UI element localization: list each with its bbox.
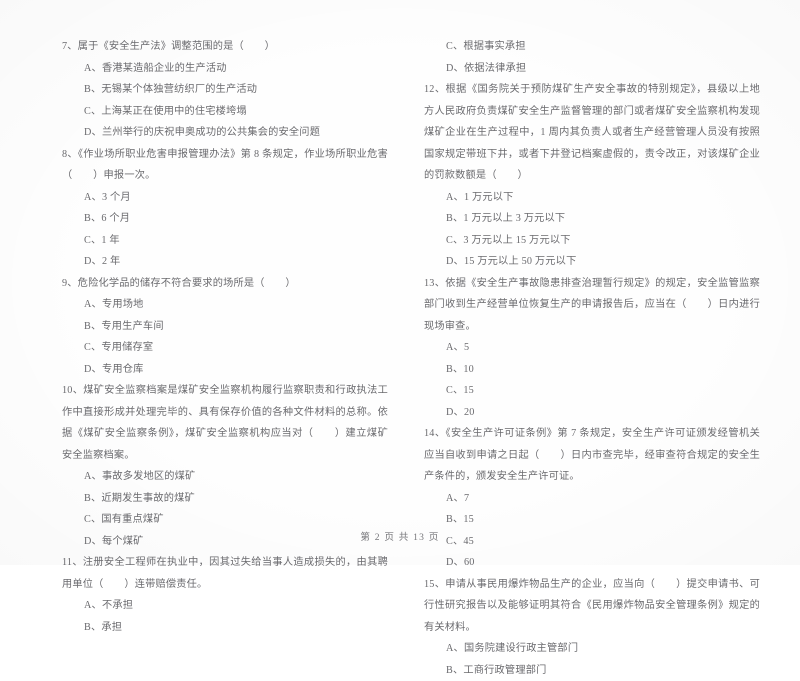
question-10: 10、煤矿安全监察档案是煤矿安全监察机构履行监察职责和行政执法工作中直接形成并处…: [62, 380, 388, 552]
option-d[interactable]: D、2 年: [62, 251, 388, 273]
right-column: C、根据事实承担 D、依据法律承担 12、根据《国务院关于预防煤矿生产安全事故的…: [400, 36, 800, 681]
question-8: 8、《作业场所职业危害申报管理办法》第 8 条规定，作业场所职业危害（ ）申报一…: [62, 144, 388, 273]
option-d[interactable]: D、60: [424, 552, 760, 574]
option-a[interactable]: A、事故多发地区的煤矿: [62, 466, 388, 488]
option-b[interactable]: B、无锡某个体独营纺织厂的生产活动: [62, 79, 388, 101]
option-d[interactable]: D、20: [424, 402, 760, 424]
option-a[interactable]: A、专用场地: [62, 294, 388, 316]
question-stem: 15、申请从事民用爆炸物品生产的企业，应当向（ ）提交申请书、可行性研究报告以及…: [424, 574, 760, 639]
option-d[interactable]: D、专用仓库: [62, 359, 388, 381]
option-a[interactable]: A、香港某造船企业的生产活动: [62, 58, 388, 80]
option-b[interactable]: B、专用生产车间: [62, 316, 388, 338]
question-stem: 11、注册安全工程师在执业中，因其过失给当事人造成损失的，由其聘用单位（ ）连带…: [62, 552, 388, 595]
option-a[interactable]: A、不承担: [62, 595, 388, 617]
question-stem: 7、属于《安全生产法》调整范围的是（ ）: [62, 36, 388, 58]
option-c[interactable]: C、上海某正在使用中的住宅楼垮塌: [62, 101, 388, 123]
question-stem: 8、《作业场所职业危害申报管理办法》第 8 条规定，作业场所职业危害（ ）申报一…: [62, 144, 388, 187]
exam-page: 7、属于《安全生产法》调整范围的是（ ） A、香港某造船企业的生产活动 B、无锡…: [0, 0, 800, 565]
question-12: 12、根据《国务院关于预防煤矿生产安全事故的特别规定》，县级以上地方人民政府负责…: [424, 79, 760, 273]
question-stem: 12、根据《国务院关于预防煤矿生产安全事故的特别规定》，县级以上地方人民政府负责…: [424, 79, 760, 187]
question-stem: 14、《安全生产许可证条例》第 7 条规定，安全生产许可证颁发经管机关应当自收到…: [424, 423, 760, 488]
option-d[interactable]: D、兰州举行的庆祝申奥成功的公共集会的安全问题: [62, 122, 388, 144]
option-d[interactable]: D、依据法律承担: [424, 58, 760, 80]
question-stem: 9、危险化学品的储存不符合要求的场所是（ ）: [62, 273, 388, 295]
option-b[interactable]: B、工商行政管理部门: [424, 660, 760, 681]
left-column: 7、属于《安全生产法》调整范围的是（ ） A、香港某造船企业的生产活动 B、无锡…: [0, 36, 400, 681]
option-c[interactable]: C、国有重点煤矿: [62, 509, 388, 531]
option-a[interactable]: A、国务院建设行政主管部门: [424, 638, 760, 660]
option-a[interactable]: A、5: [424, 337, 760, 359]
option-c[interactable]: C、15: [424, 380, 760, 402]
option-a[interactable]: A、7: [424, 488, 760, 510]
question-15: 15、申请从事民用爆炸物品生产的企业，应当向（ ）提交申请书、可行性研究报告以及…: [424, 574, 760, 681]
page-footer: 第 2 页 共 13 页: [0, 529, 800, 543]
option-b[interactable]: B、近期发生事故的煤矿: [62, 488, 388, 510]
question-stem: 10、煤矿安全监察档案是煤矿安全监察机构履行监察职责和行政执法工作中直接形成并处…: [62, 380, 388, 466]
option-c[interactable]: C、3 万元以上 15 万元以下: [424, 230, 760, 252]
question-13: 13、依据《安全生产事故隐患排查治理暂行规定》的规定，安全监管监察部门收到生产经…: [424, 273, 760, 424]
option-c[interactable]: C、专用储存室: [62, 337, 388, 359]
question-9: 9、危险化学品的储存不符合要求的场所是（ ） A、专用场地 B、专用生产车间 C…: [62, 273, 388, 381]
option-b[interactable]: B、承担: [62, 617, 388, 639]
option-a[interactable]: A、3 个月: [62, 187, 388, 209]
option-c[interactable]: C、根据事实承担: [424, 36, 760, 58]
option-d[interactable]: D、15 万元以上 50 万元以下: [424, 251, 760, 273]
option-b[interactable]: B、15: [424, 509, 760, 531]
question-7: 7、属于《安全生产法》调整范围的是（ ） A、香港某造船企业的生产活动 B、无锡…: [62, 36, 388, 144]
option-c[interactable]: C、1 年: [62, 230, 388, 252]
option-b[interactable]: B、10: [424, 359, 760, 381]
option-b[interactable]: B、6 个月: [62, 208, 388, 230]
two-column-layout: 7、属于《安全生产法》调整范围的是（ ） A、香港某造船企业的生产活动 B、无锡…: [0, 36, 800, 681]
option-a[interactable]: A、1 万元以下: [424, 187, 760, 209]
option-b[interactable]: B、1 万元以上 3 万元以下: [424, 208, 760, 230]
question-11-continued: C、根据事实承担 D、依据法律承担: [424, 36, 760, 79]
question-14: 14、《安全生产许可证条例》第 7 条规定，安全生产许可证颁发经管机关应当自收到…: [424, 423, 760, 574]
question-stem: 13、依据《安全生产事故隐患排查治理暂行规定》的规定，安全监管监察部门收到生产经…: [424, 273, 760, 338]
